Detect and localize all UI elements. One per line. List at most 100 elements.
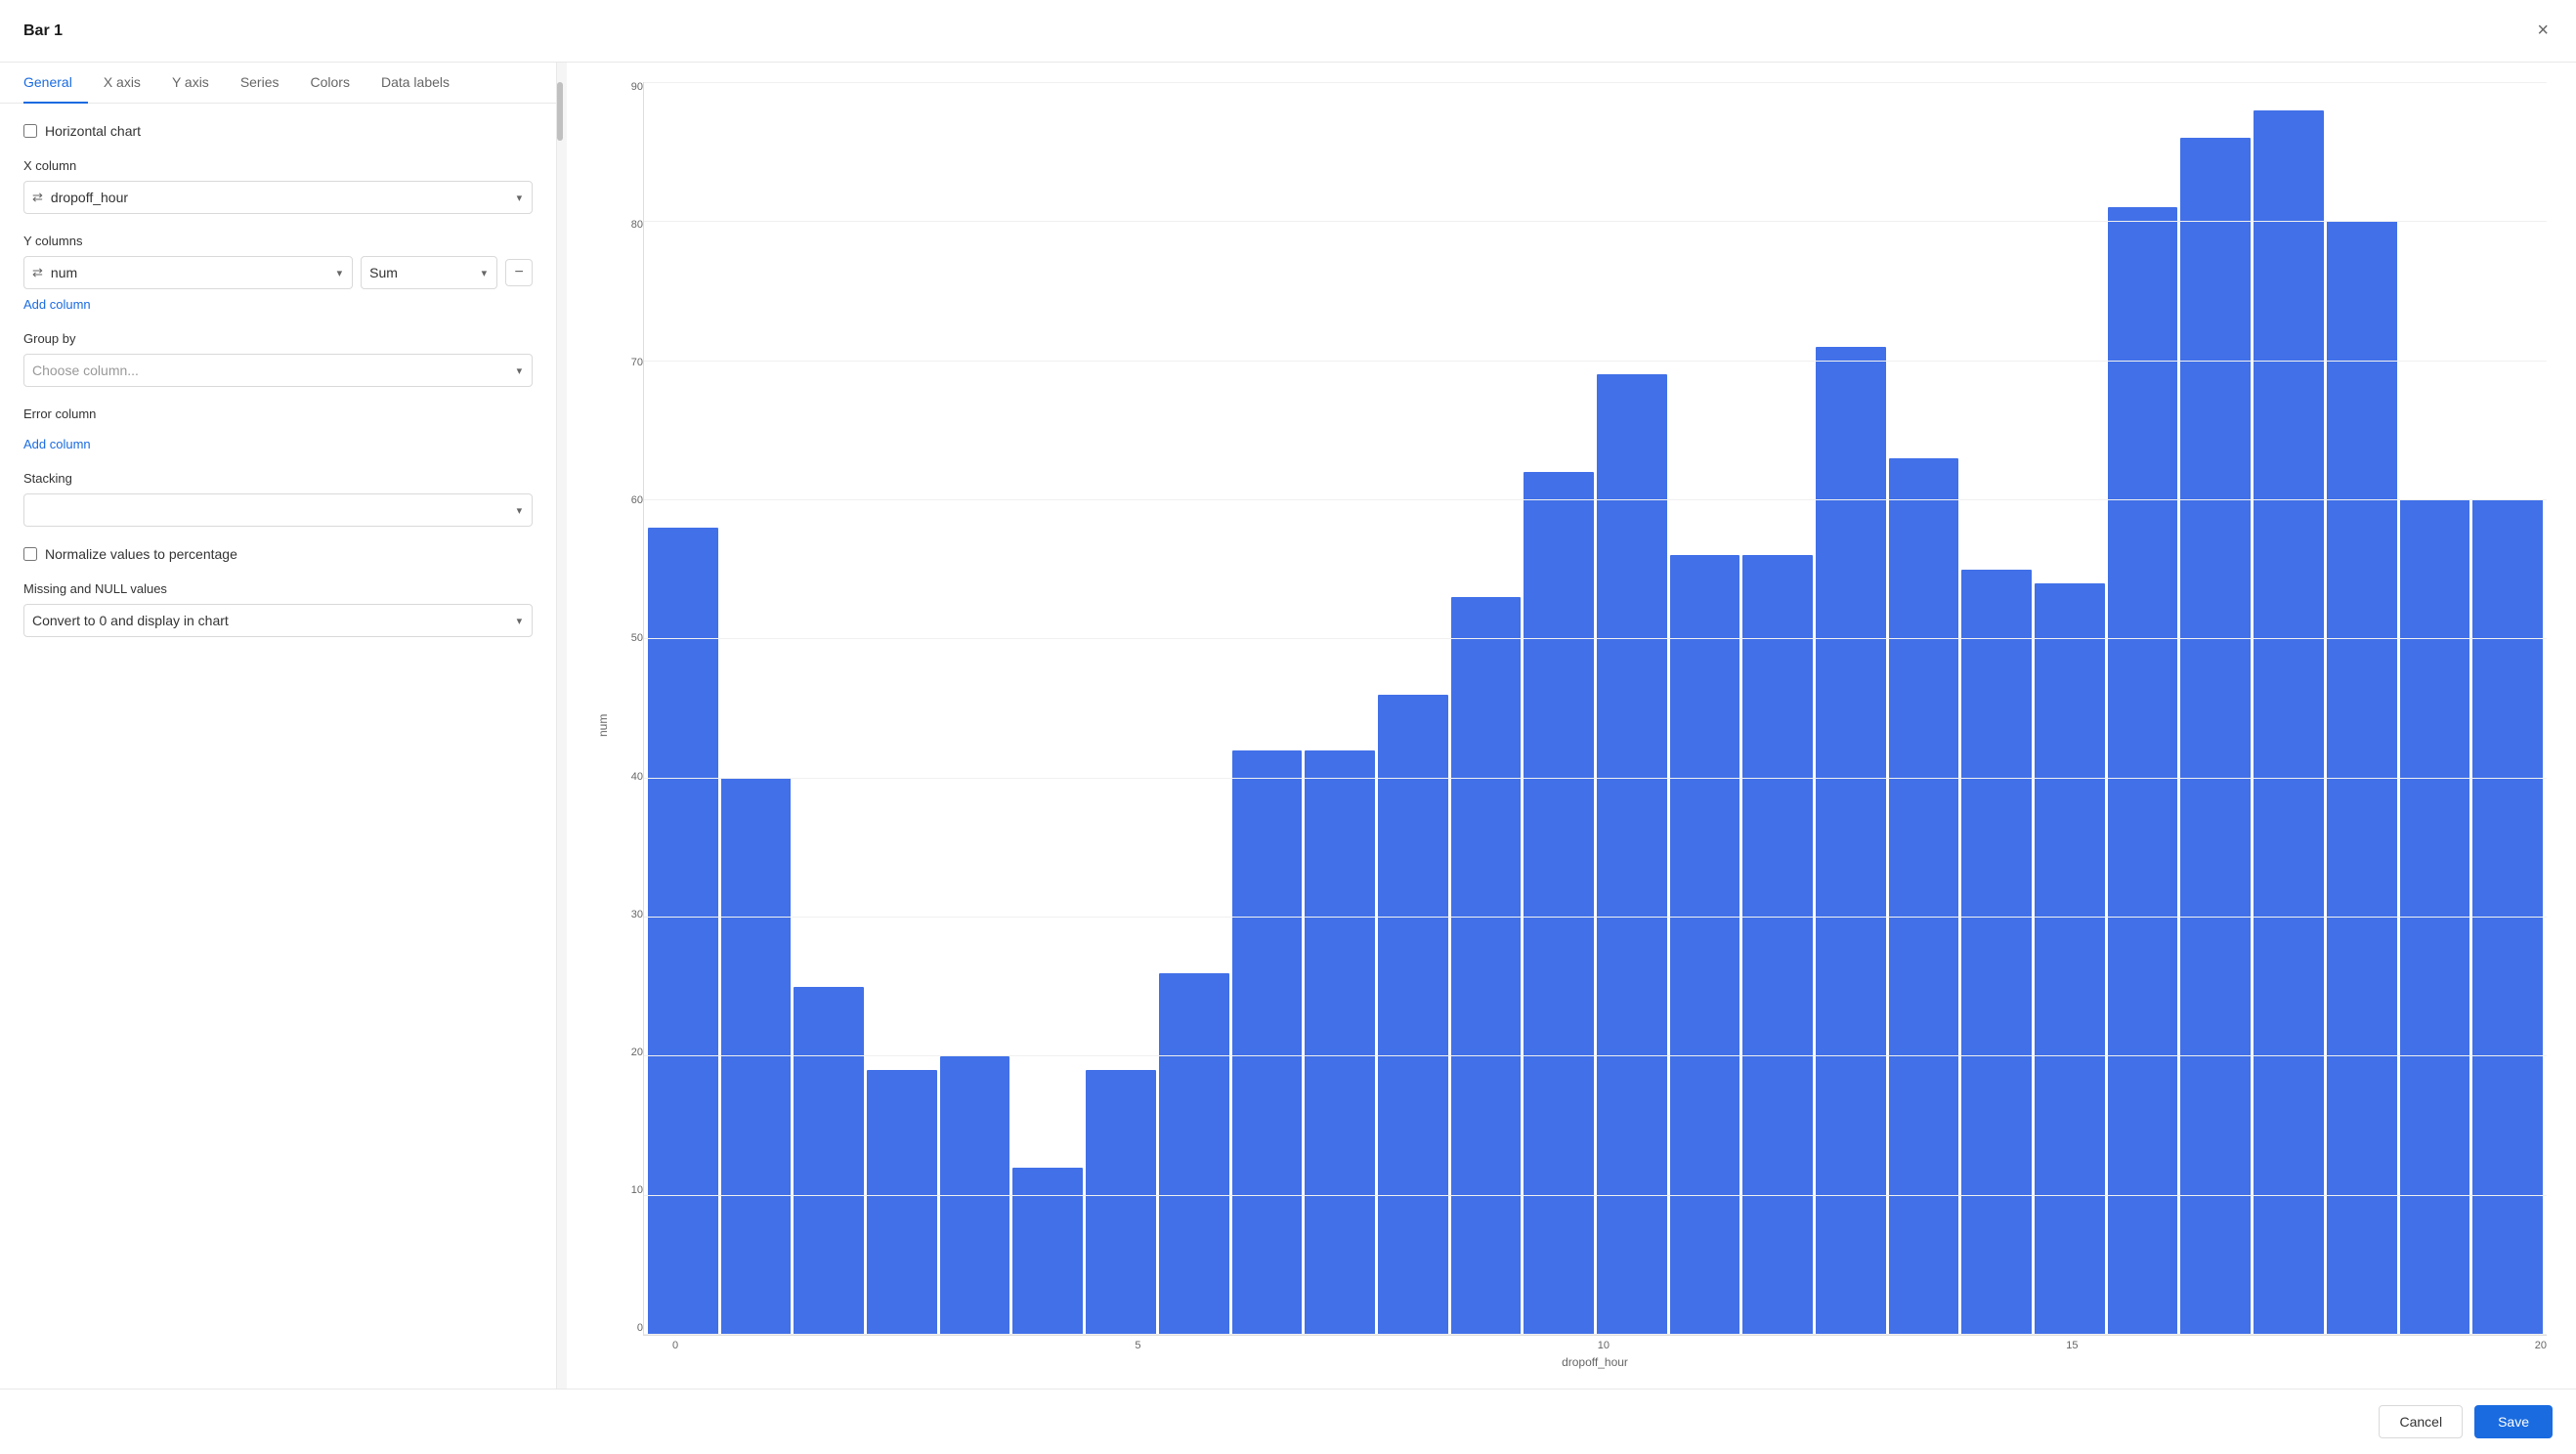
tab-yaxis[interactable]: Y axis <box>156 63 225 104</box>
chart-bar <box>1451 597 1522 1335</box>
scrollbar-track[interactable] <box>557 63 567 1389</box>
modal-footer: Cancel Save <box>0 1389 2576 1454</box>
save-button[interactable]: Save <box>2474 1405 2553 1438</box>
stacking-chevron-icon: ▾ <box>507 504 533 517</box>
chart-bar <box>1378 695 1448 1335</box>
chart-bar <box>1012 1168 1083 1335</box>
chart-bar <box>867 1070 937 1335</box>
stacking-select-wrap[interactable]: ▾ <box>23 493 533 527</box>
chart-bar <box>2180 138 2251 1335</box>
chart-bar <box>721 778 792 1335</box>
y-tick: 0 <box>614 1323 643 1334</box>
group-by-row: Group by Choose column... ▾ <box>23 331 533 387</box>
tab-general[interactable]: General <box>23 63 88 104</box>
scrollbar-thumb[interactable] <box>557 82 563 141</box>
y-tick: 50 <box>614 633 643 644</box>
left-panel: General X axis Y axis Series Colors Data… <box>0 63 557 1389</box>
chart-bar <box>1816 347 1886 1335</box>
y-axis-label: num <box>596 82 610 1369</box>
tab-xaxis[interactable]: X axis <box>88 63 156 104</box>
chart-container: num 0 10 20 30 40 50 60 70 <box>596 82 2547 1369</box>
y-tick: 40 <box>614 772 643 783</box>
chart-bar <box>940 1056 1010 1335</box>
null-values-row: Missing and NULL values Convert to 0 and… <box>23 581 533 637</box>
x-ticks: 0 5 10 15 20 <box>672 1340 2547 1351</box>
null-values-select[interactable]: Convert to 0 and display in chart <box>24 605 507 636</box>
stacking-label: Stacking <box>23 471 533 486</box>
normalize-checkbox[interactable] <box>23 547 37 561</box>
x-column-select-wrap[interactable]: ⇄ dropoff_hour ▾ <box>23 181 533 214</box>
chart-bar <box>2327 221 2397 1335</box>
y-col-prefix-icon: ⇄ <box>24 265 51 280</box>
chart-bar <box>2035 583 2105 1335</box>
group-by-select[interactable]: Choose column... <box>24 355 507 386</box>
null-values-label: Missing and NULL values <box>23 581 533 596</box>
x-column-chevron-icon: ▾ <box>507 192 533 204</box>
x-tick: 5 <box>1135 1340 1140 1351</box>
y-tick: 80 <box>614 220 643 231</box>
null-values-chevron-icon: ▾ <box>507 615 533 627</box>
bars-area <box>643 82 2547 1336</box>
y-columns-row: Y columns ⇄ num ▾ Sum <box>23 234 533 312</box>
tabs-bar: General X axis Y axis Series Colors Data… <box>0 63 556 104</box>
group-by-select-wrap[interactable]: Choose column... ▾ <box>23 354 533 387</box>
chart-inner: 0 10 20 30 40 50 60 70 80 90 <box>614 82 2547 1369</box>
chart-bar <box>1889 458 1959 1335</box>
chart-bar <box>794 987 864 1335</box>
close-button[interactable]: × <box>2533 16 2553 46</box>
modal-body: General X axis Y axis Series Colors Data… <box>0 63 2576 1389</box>
tab-datalabels[interactable]: Data labels <box>365 63 465 104</box>
group-by-label: Group by <box>23 331 533 346</box>
x-axis: 0 5 10 15 20 <box>614 1340 2547 1351</box>
y-col-select[interactable]: num <box>51 257 327 288</box>
left-panel-wrapper: General X axis Y axis Series Colors Data… <box>0 63 567 1389</box>
bars-group <box>648 82 2543 1335</box>
error-column-row: Error column Add column <box>23 406 533 451</box>
x-column-label: X column <box>23 158 533 173</box>
chart-bar <box>2108 207 2178 1335</box>
tab-series[interactable]: Series <box>225 63 295 104</box>
cancel-button[interactable]: Cancel <box>2379 1405 2463 1438</box>
error-column-label: Error column <box>23 406 533 421</box>
x-column-select[interactable]: dropoff_hour <box>51 182 507 213</box>
remove-y-col-button[interactable]: − <box>505 259 533 286</box>
normalize-row: Normalize values to percentage <box>23 546 533 562</box>
y-tick: 70 <box>614 358 643 368</box>
x-column-row: X column ⇄ dropoff_hour ▾ <box>23 158 533 214</box>
x-column-prefix-icon: ⇄ <box>24 190 51 205</box>
chart-bar <box>2472 499 2543 1335</box>
y-tick: 90 <box>614 82 643 93</box>
y-col-select-wrap[interactable]: ⇄ num ▾ <box>23 256 353 289</box>
x-tick: 0 <box>672 1340 678 1351</box>
x-tick: 10 <box>1598 1340 1610 1351</box>
y-columns-label: Y columns <box>23 234 533 248</box>
horizontal-chart-checkbox[interactable] <box>23 124 37 138</box>
chart-bar <box>1742 555 1813 1335</box>
stacking-select[interactable] <box>24 494 507 526</box>
modal-header: Bar 1 × <box>0 0 2576 63</box>
chart-bar <box>2254 110 2324 1336</box>
chart-bar <box>2400 499 2470 1335</box>
tab-colors[interactable]: Colors <box>295 63 365 104</box>
y-columns-controls: ⇄ num ▾ Sum ▾ <box>23 256 533 289</box>
chart-bar <box>648 528 718 1335</box>
y-tick: 10 <box>614 1185 643 1196</box>
agg-select[interactable]: Sum <box>362 257 471 288</box>
panel-content: Horizontal chart X column ⇄ dropoff_hour… <box>0 104 556 1389</box>
chart-bar <box>1597 374 1667 1335</box>
null-values-select-wrap[interactable]: Convert to 0 and display in chart ▾ <box>23 604 533 637</box>
add-y-column-link[interactable]: Add column <box>23 297 91 312</box>
agg-chevron-icon: ▾ <box>472 267 497 279</box>
x-tick: 20 <box>2535 1340 2547 1351</box>
group-by-chevron-icon: ▾ <box>507 364 533 377</box>
chart-bar <box>1232 750 1303 1335</box>
modal-title: Bar 1 <box>23 22 63 40</box>
y-col-chevron-icon: ▾ <box>327 267 353 279</box>
add-error-column-link[interactable]: Add column <box>23 437 91 451</box>
chart-bar <box>1961 570 2032 1335</box>
horizontal-chart-label: Horizontal chart <box>45 123 141 139</box>
x-tick: 15 <box>2066 1340 2078 1351</box>
agg-select-wrap[interactable]: Sum ▾ <box>361 256 497 289</box>
chart-panel: num 0 10 20 30 40 50 60 70 <box>567 63 2576 1389</box>
x-axis-label: dropoff_hour <box>614 1355 2547 1369</box>
